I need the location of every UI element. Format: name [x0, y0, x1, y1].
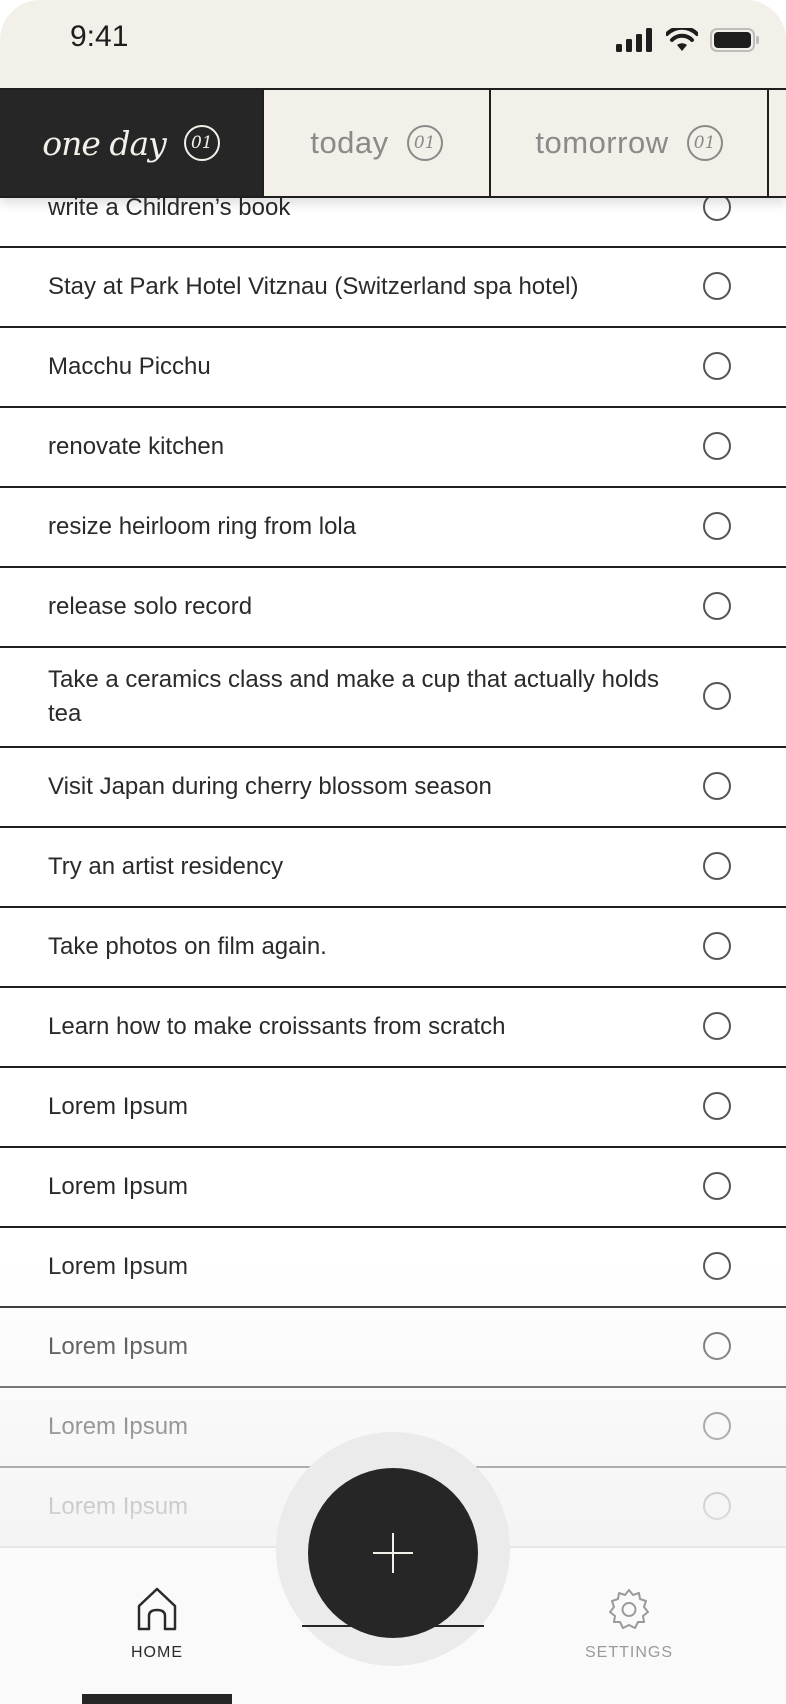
item-text: resize heirloom ring from lola [48, 513, 357, 540]
item-text: Lorem Ipsum [48, 1413, 189, 1440]
nav-home-label: HOME [131, 1644, 183, 1661]
tab-tomorrow[interactable]: tomorrow 01 [489, 90, 769, 196]
item-text: Learn how to make croissants from scratc… [48, 1013, 506, 1040]
home-icon [137, 1587, 177, 1631]
list-item[interactable]: resize heirloom ring from lola [0, 488, 786, 568]
gear-icon [609, 1589, 649, 1629]
nav-home[interactable]: HOME [77, 1586, 237, 1662]
item-text: Macchu Picchu [48, 353, 211, 380]
status-time: 9:41 [70, 20, 129, 53]
tab-count-badge: 01 [406, 125, 443, 161]
nav-settings[interactable]: SETTINGS [549, 1586, 709, 1662]
goal-list: write a Children’s book Stay at Park Hot… [0, 168, 786, 1548]
list-item[interactable]: release solo record [0, 568, 786, 648]
check-circle-icon[interactable] [703, 682, 731, 710]
tab-count-badge: 01 [183, 125, 220, 161]
list-item[interactable]: Lorem Ipsum [0, 1148, 786, 1228]
check-circle-icon[interactable] [703, 1332, 731, 1360]
item-text: Try an artist residency [48, 853, 284, 880]
check-circle-icon[interactable] [703, 1172, 731, 1200]
item-text: renovate kitchen [48, 433, 225, 460]
list-item[interactable]: Try an artist residency [0, 828, 786, 908]
battery-icon [710, 28, 759, 52]
home-indicator [82, 1694, 232, 1704]
item-text: Lorem Ipsum [48, 1253, 189, 1280]
item-text: Visit Japan during cherry blossom season [48, 773, 492, 800]
list-item[interactable]: Learn how to make croissants from scratc… [0, 988, 786, 1068]
check-circle-icon[interactable] [703, 772, 731, 800]
check-circle-icon[interactable] [703, 512, 731, 540]
plus-icon [373, 1533, 413, 1573]
list-item[interactable]: renovate kitchen [0, 408, 786, 488]
item-text: release solo record [48, 593, 253, 620]
list-item[interactable]: Stay at Park Hotel Vitznau (Switzerland … [0, 248, 786, 328]
tab-label: tomorrow [535, 125, 669, 160]
add-button[interactable] [308, 1468, 478, 1638]
list-item[interactable]: Lorem Ipsum [0, 1308, 786, 1388]
check-circle-icon[interactable] [703, 852, 731, 880]
check-circle-icon[interactable] [703, 1492, 731, 1520]
check-circle-icon[interactable] [703, 352, 731, 380]
item-text: Stay at Park Hotel Vitznau (Switzerland … [48, 273, 579, 300]
tab-label: today [310, 125, 389, 160]
item-text: Take photos on film again. [48, 933, 327, 960]
tab-one-day[interactable]: one day 01 [0, 90, 262, 196]
item-text: Lorem Ipsum [48, 1333, 189, 1360]
list-item[interactable]: Lorem Ipsum [0, 1228, 786, 1308]
list-item[interactable]: Take a ceramics class and make a cup tha… [0, 648, 786, 748]
signal-icon [616, 28, 652, 52]
check-circle-icon[interactable] [703, 1092, 731, 1120]
tab-label: one day [42, 123, 167, 163]
check-circle-icon[interactable] [703, 1412, 731, 1440]
nav-settings-label: SETTINGS [584, 1644, 673, 1661]
list-item[interactable]: Take photos on film again. [0, 908, 786, 988]
item-text: Lorem Ipsum [48, 1093, 189, 1120]
check-circle-icon[interactable] [703, 1012, 731, 1040]
list-item[interactable]: Macchu Picchu [0, 328, 786, 408]
check-circle-icon[interactable] [703, 432, 731, 460]
wifi-icon [666, 28, 698, 51]
status-icons [616, 28, 760, 52]
check-circle-icon[interactable] [703, 592, 731, 620]
check-circle-icon[interactable] [703, 932, 731, 960]
check-circle-icon[interactable] [703, 1252, 731, 1280]
list-item[interactable]: Visit Japan during cherry blossom season [0, 748, 786, 828]
tab-bar: one day 01 today 01 tomorrow 01 [0, 88, 786, 198]
tab-today[interactable]: today 01 [262, 90, 489, 196]
item-text: Lorem Ipsum [48, 1173, 189, 1200]
item-text: Lorem Ipsum [48, 1493, 189, 1520]
list-item[interactable]: Lorem Ipsum [0, 1068, 786, 1148]
item-text: Take a ceramics class and make a cup tha… [48, 666, 659, 727]
status-bar: 9:41 [0, 0, 786, 88]
tab-count-badge: 01 [686, 125, 723, 161]
check-circle-icon[interactable] [703, 272, 731, 300]
